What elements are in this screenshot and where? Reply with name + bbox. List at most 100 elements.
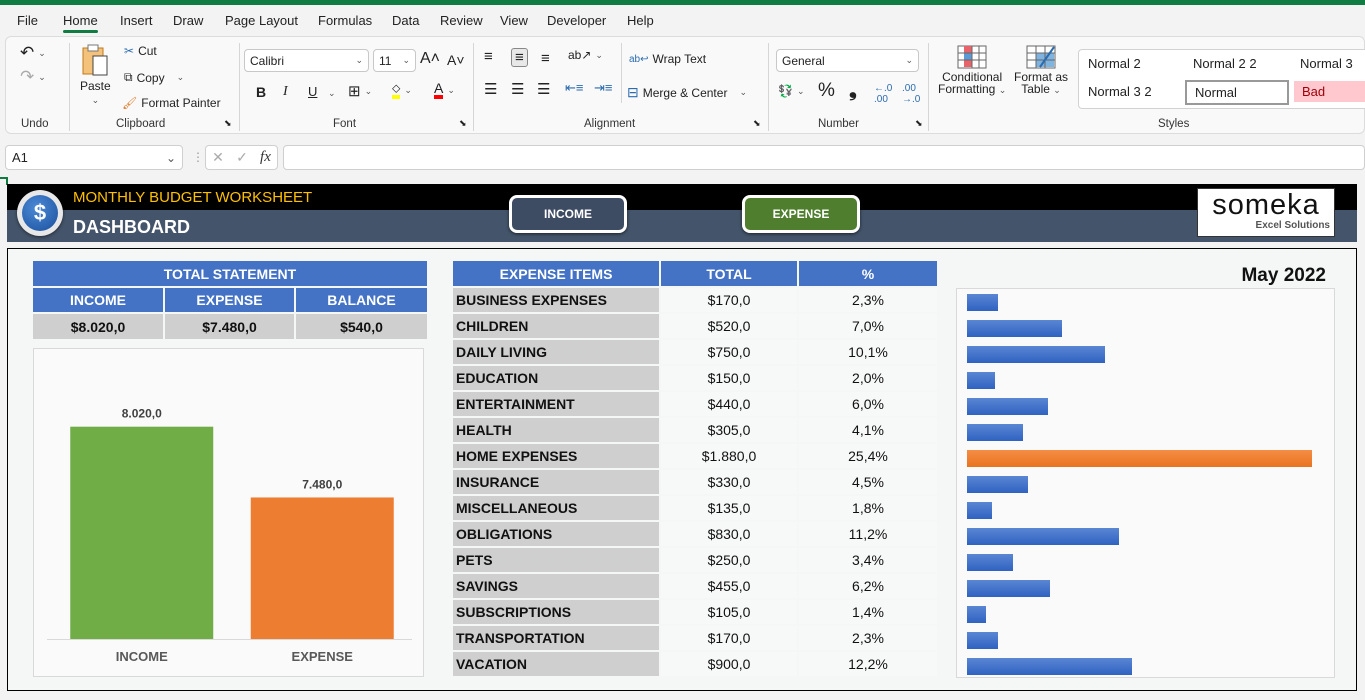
expense-item-name: SAVINGS <box>453 574 659 598</box>
bar-home-expenses[interactable] <box>967 450 1312 467</box>
chevron-down-icon[interactable]: ⌄ <box>328 88 336 99</box>
tab-page-layout[interactable]: Page Layout <box>225 13 298 28</box>
insert-function-button[interactable]: fx <box>260 149 271 166</box>
style-normal[interactable]: Normal <box>1185 80 1289 105</box>
bar-health[interactable] <box>967 424 1023 441</box>
bar-insurance[interactable] <box>967 476 1028 493</box>
dialog-launcher-icon[interactable]: ⬊ <box>915 118 923 129</box>
tab-help[interactable]: Help <box>627 13 654 28</box>
style-normal-3[interactable]: Normal 3 <box>1292 53 1361 74</box>
font-color-button[interactable]: A ⌄ <box>434 81 455 99</box>
bar-entertainment[interactable] <box>967 398 1048 415</box>
wrap-text-button[interactable]: ab↩ Wrap Text <box>629 52 706 66</box>
decrease-font-size-button[interactable]: A˅ <box>447 52 465 68</box>
decrease-indent-button[interactable]: ⇤≡ <box>565 80 583 96</box>
decrease-decimal-button[interactable]: .00 →.0 <box>902 83 920 105</box>
increase-font-size-button[interactable]: A˄ <box>420 50 440 68</box>
underline-button[interactable]: U <box>308 84 317 99</box>
accounting-format-button[interactable]: 💱 ⌄ <box>778 84 805 98</box>
cut-button[interactable]: ✂ Cut <box>124 44 157 58</box>
chevron-down-icon: ⌄ <box>165 150 176 165</box>
dialog-launcher-icon[interactable]: ⬊ <box>753 118 761 129</box>
chevron-down-icon: ⌄ <box>998 85 1007 95</box>
bar-obligations[interactable] <box>967 528 1119 545</box>
bold-button[interactable]: B <box>256 84 266 100</box>
bar-income[interactable] <box>70 426 214 639</box>
percent-style-button[interactable]: % <box>818 80 835 102</box>
paste-button[interactable]: Paste ⌄ <box>80 43 111 106</box>
bar-pets[interactable] <box>967 554 1013 571</box>
conditional-formatting-button[interactable]: Conditional Formatting ⌄ <box>938 45 1006 96</box>
decrease-indent-icon: ⇤≡ <box>565 80 584 95</box>
merge-center-button[interactable]: ⊟ Merge & Center ⌄ <box>627 84 747 101</box>
total-income-value: $8.020,0 <box>33 314 163 339</box>
style-normal-2[interactable]: Normal 2 <box>1080 53 1149 74</box>
bar-vacation[interactable] <box>967 658 1132 675</box>
borders-button[interactable]: ⊞ ⌄ <box>348 82 372 100</box>
income-expense-chart: 8.020,0 INCOME 7.480,0 EXPENSE <box>33 348 424 677</box>
align-center-button[interactable]: ☰ <box>511 80 524 98</box>
align-top-button[interactable]: ≡ <box>484 48 493 65</box>
tab-view[interactable]: View <box>500 13 528 28</box>
bar-education[interactable] <box>967 372 995 389</box>
ribbon-tabs: File Home Insert Draw Page Layout Formul… <box>0 5 1365 35</box>
expense-item-total: $520,0 <box>661 314 797 338</box>
font-name-select[interactable]: Calibri ⌄ <box>244 49 369 72</box>
increase-decimal-icon: ←.0.00 <box>874 83 893 105</box>
bar-children[interactable] <box>967 320 1062 337</box>
redo-button[interactable]: ↷ ⌄ <box>20 67 46 87</box>
italic-button[interactable]: I <box>283 84 288 100</box>
name-box-value: A1 <box>12 150 28 165</box>
format-painter-button[interactable]: 🖌 Format Painter <box>122 96 221 110</box>
formula-input[interactable] <box>283 145 1365 170</box>
tab-review[interactable]: Review <box>440 13 483 28</box>
align-middle-icon: ≡ <box>515 49 524 66</box>
bar-business-expenses[interactable] <box>967 294 998 311</box>
tab-draw[interactable]: Draw <box>173 13 203 28</box>
cancel-icon[interactable]: ✕ <box>212 149 224 166</box>
bar-subscriptions[interactable] <box>967 606 986 623</box>
tab-developer[interactable]: Developer <box>547 13 606 28</box>
number-format-value: General <box>782 53 825 68</box>
tab-formulas[interactable]: Formulas <box>318 13 372 28</box>
expense-nav-button[interactable]: EXPENSE <box>742 195 860 233</box>
style-normal-2-2[interactable]: Normal 2 2 <box>1185 53 1265 74</box>
chevron-down-icon: ⌄ <box>404 84 412 95</box>
dialog-launcher-icon[interactable]: ⬊ <box>224 118 232 129</box>
confirm-icon[interactable]: ✓ <box>236 149 248 166</box>
align-bottom-button[interactable]: ≡ <box>541 50 550 67</box>
tab-data[interactable]: Data <box>392 13 419 28</box>
bar-miscellaneous[interactable] <box>967 502 992 519</box>
tab-file[interactable]: File <box>17 13 38 28</box>
resize-handle-icon[interactable]: ⋮ <box>192 150 204 164</box>
copy-button[interactable]: ⧉ Copy ⌄ <box>124 70 184 85</box>
orientation-button[interactable]: ab↗ ⌄ <box>568 48 603 62</box>
bar-expense[interactable] <box>250 497 394 639</box>
align-middle-button[interactable]: ≡ <box>511 48 528 67</box>
comma-style-button[interactable]: ❟ <box>849 79 857 102</box>
align-right-button[interactable]: ☰ <box>537 80 550 98</box>
income-nav-button[interactable]: INCOME <box>509 195 627 233</box>
style-normal-3-2[interactable]: Normal 3 2 <box>1080 81 1160 102</box>
expense-item-total: $330,0 <box>661 470 797 494</box>
bar-savings[interactable] <box>967 580 1050 597</box>
tab-insert[interactable]: Insert <box>120 13 153 28</box>
tab-home[interactable]: Home <box>63 13 98 33</box>
number-format-select[interactable]: General ⌄ <box>776 49 919 72</box>
name-box[interactable]: A1 ⌄ <box>5 145 183 170</box>
format-painter-label: Format Painter <box>141 96 221 110</box>
bar-daily-living[interactable] <box>967 346 1105 363</box>
align-left-button[interactable]: ☰ <box>484 80 497 98</box>
format-as-table-button[interactable]: Format as Table ⌄ <box>1014 45 1068 96</box>
increase-indent-button[interactable]: ⇥≡ <box>594 80 612 96</box>
borders-icon: ⊞ <box>348 83 361 100</box>
expense-item-name: HEALTH <box>453 418 659 442</box>
increase-decimal-button[interactable]: ←.0.00 <box>874 83 892 105</box>
bar-transportation[interactable] <box>967 632 998 649</box>
fill-color-button[interactable]: ⬦ ⌄ <box>392 81 412 99</box>
font-size-select[interactable]: 11 ⌄ <box>373 49 416 72</box>
undo-button[interactable]: ↶ ⌄ <box>20 43 46 63</box>
dialog-launcher-icon[interactable]: ⬊ <box>459 118 467 129</box>
chevron-down-icon: ⌄ <box>796 85 805 96</box>
style-bad[interactable]: Bad <box>1294 81 1365 102</box>
